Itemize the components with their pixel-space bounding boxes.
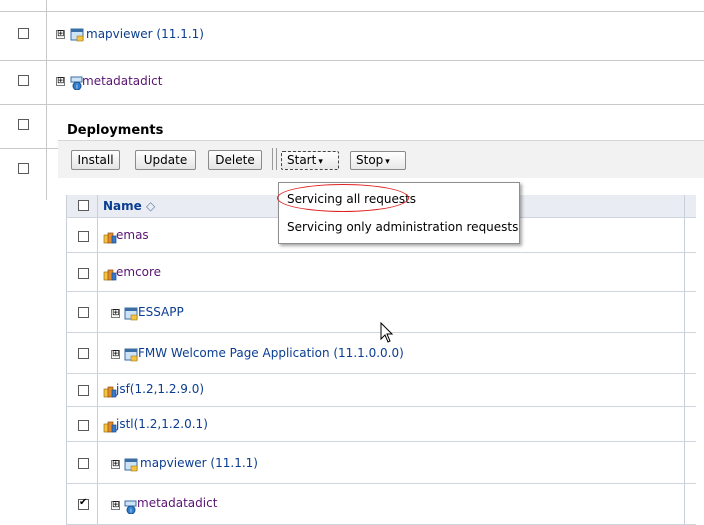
row-link[interactable]: mapviewer (11.1.1) bbox=[140, 456, 258, 470]
menu-item-servicing-admin-requests[interactable]: Servicing only administration requests bbox=[287, 220, 518, 234]
row-divider bbox=[0, 11, 704, 12]
window-app-icon bbox=[124, 307, 138, 321]
row-checkbox[interactable] bbox=[18, 28, 29, 39]
ear-app-icon bbox=[103, 386, 117, 398]
row-checkbox[interactable] bbox=[78, 348, 89, 359]
ear-app-icon bbox=[103, 269, 117, 281]
sort-ascending-icon[interactable]: ◇ bbox=[146, 199, 155, 213]
select-all-checkbox[interactable] bbox=[78, 200, 89, 211]
expand-toggle-icon[interactable]: ⊞ bbox=[56, 77, 65, 86]
ear-app-icon bbox=[103, 421, 117, 433]
row-link[interactable]: FMW Welcome Page Application (11.1.0.0.0… bbox=[138, 346, 404, 360]
row-link[interactable]: jstl(1.2,1.2.0.1) bbox=[116, 417, 208, 431]
row-divider bbox=[66, 291, 696, 292]
expand-toggle-icon[interactable]: ⊞ bbox=[111, 460, 120, 469]
row-divider bbox=[66, 441, 696, 442]
row-link[interactable]: emcore bbox=[116, 265, 161, 279]
row-divider bbox=[66, 483, 696, 484]
row-link[interactable]: metadatadict bbox=[137, 496, 217, 510]
row-checkbox[interactable] bbox=[18, 163, 29, 174]
expand-toggle-icon[interactable]: ⊞ bbox=[111, 309, 120, 318]
row-divider bbox=[0, 60, 704, 61]
row-link[interactable]: metadatadict bbox=[82, 74, 162, 88]
window-app-icon bbox=[70, 28, 84, 42]
toolbar-separator bbox=[276, 148, 277, 170]
panel-title: Deployments bbox=[67, 123, 164, 138]
expand-toggle-icon[interactable]: ⊞ bbox=[111, 350, 120, 359]
toolbar-separator bbox=[272, 148, 273, 170]
install-button[interactable]: Install bbox=[71, 150, 120, 170]
row-divider bbox=[66, 252, 696, 253]
start-label: Start bbox=[287, 153, 317, 167]
row-checkbox-checked[interactable] bbox=[78, 497, 89, 510]
column-divider bbox=[97, 195, 98, 525]
deployments-toolbar: Install Update Delete Start ▾ Stop ▾ bbox=[58, 140, 704, 178]
expand-toggle-icon[interactable]: ⊞ bbox=[111, 501, 120, 510]
row-link[interactable]: mapviewer (11.1.1) bbox=[86, 27, 204, 41]
chevron-down-icon: ▾ bbox=[385, 157, 390, 167]
metadata-app-icon: i bbox=[124, 500, 137, 514]
row-link[interactable]: emas bbox=[116, 228, 149, 242]
stop-dropdown-button[interactable]: Stop ▾ bbox=[350, 151, 406, 170]
expand-toggle-icon[interactable]: ⊞ bbox=[56, 30, 65, 39]
row-checkbox[interactable] bbox=[78, 420, 89, 431]
row-checkbox[interactable] bbox=[18, 119, 29, 130]
delete-button[interactable]: Delete bbox=[208, 150, 262, 170]
row-checkbox[interactable] bbox=[78, 385, 89, 396]
row-checkbox[interactable] bbox=[78, 307, 89, 318]
window-app-icon bbox=[124, 348, 138, 362]
row-checkbox[interactable] bbox=[18, 75, 29, 86]
window-app-icon bbox=[124, 458, 138, 472]
row-divider bbox=[66, 373, 696, 374]
deployments-table: Name ◇ emas emcore ⊞ ESSAPP ⊞ FMW Welcom… bbox=[66, 195, 696, 525]
row-divider bbox=[66, 406, 696, 407]
row-divider bbox=[0, 104, 704, 105]
column-divider bbox=[66, 195, 67, 525]
start-dropdown-button[interactable]: Start ▾ bbox=[281, 151, 339, 170]
row-link[interactable]: ESSAPP bbox=[138, 305, 184, 319]
chevron-down-icon: ▾ bbox=[318, 157, 323, 167]
row-checkbox[interactable] bbox=[78, 458, 89, 469]
row-checkbox[interactable] bbox=[78, 231, 89, 242]
highlight-ellipse bbox=[277, 184, 409, 212]
name-column-header[interactable]: Name ◇ bbox=[103, 199, 155, 213]
ear-app-icon bbox=[103, 232, 117, 244]
column-divider bbox=[684, 195, 685, 525]
update-button[interactable]: Update bbox=[135, 150, 196, 170]
row-link[interactable]: jsf(1.2,1.2.9.0) bbox=[116, 382, 204, 396]
row-checkbox[interactable] bbox=[78, 268, 89, 279]
mouse-pointer-icon bbox=[380, 322, 394, 343]
column-divider bbox=[46, 0, 47, 200]
stop-label: Stop bbox=[356, 153, 384, 167]
